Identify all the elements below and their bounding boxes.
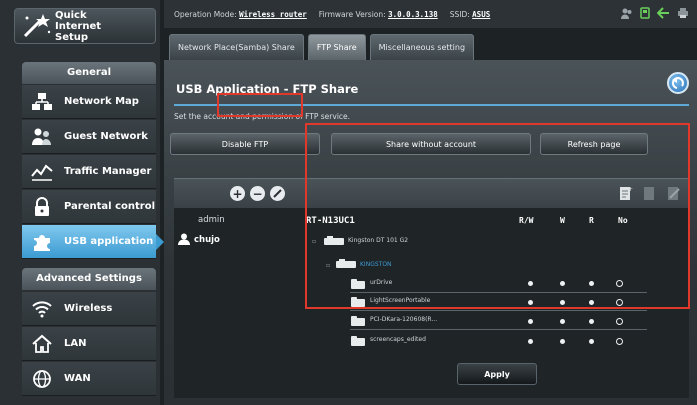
printer-icon[interactable]: [677, 7, 689, 19]
permission-radio-rw[interactable]: [528, 339, 533, 344]
folder-icon: [351, 336, 365, 346]
sidebar-item-label: Wireless: [64, 303, 113, 314]
permission-radio-r[interactable]: [589, 319, 594, 324]
apply-button[interactable]: Apply: [457, 363, 537, 385]
advanced-settings-section-header: Advanced Settings: [22, 268, 156, 290]
edit-icon: [273, 189, 282, 198]
wifi-icon: [28, 298, 56, 320]
sidebar-item-label: USB application: [64, 236, 154, 247]
sidebar-item-wireless[interactable]: Wireless: [22, 292, 156, 326]
account-item[interactable]: admin: [198, 215, 225, 225]
folder-label[interactable]: screencaps_edited: [370, 336, 426, 343]
remove-account-button[interactable]: −: [250, 186, 265, 201]
tab-miscellaneous-setting[interactable]: Miscellaneous setting: [369, 34, 475, 60]
firmware-label: Firmware Version:: [318, 9, 386, 19]
account-item-selected[interactable]: chujo: [194, 235, 220, 245]
guest-network-icon: [28, 126, 56, 148]
usb-status-icon[interactable]: [639, 7, 651, 19]
connection-arrow-icon[interactable]: [657, 7, 671, 19]
puzzle-icon: [28, 231, 56, 253]
back-arrow-icon: [671, 77, 684, 89]
plus-icon: +: [232, 186, 243, 201]
permission-radio-no[interactable]: [616, 338, 623, 345]
general-section-header: General: [22, 62, 156, 84]
operation-mode-label: Operation Mode:: [174, 9, 237, 19]
lock-icon: [28, 196, 56, 218]
sidebar-item-label: Parental control: [64, 201, 156, 212]
sidebar-item-network-map[interactable]: Network Map: [22, 85, 156, 119]
sidebar-item-guest-network[interactable]: Guest Network: [22, 120, 156, 154]
permission-radio-rw[interactable]: [528, 319, 533, 324]
row-divider: [350, 329, 647, 330]
add-account-button[interactable]: +: [230, 186, 245, 201]
sidebar-item-label: LAN: [64, 338, 87, 349]
annotation-highlight: [305, 123, 690, 309]
edit-account-button[interactable]: [270, 186, 285, 201]
ssid-link[interactable]: ASUS: [472, 10, 490, 19]
sidebar-item-usb-application[interactable]: USB application: [22, 225, 164, 259]
status-icons: [621, 7, 689, 19]
sidebar-item-label: Guest Network: [64, 131, 148, 142]
sidebar-item-wan[interactable]: WAN: [22, 362, 156, 396]
back-button[interactable]: [667, 72, 689, 94]
tab-bar: Network Place(Samba) Share FTP Share Mis…: [164, 28, 697, 60]
tab-network-place-samba-share[interactable]: Network Place(Samba) Share: [169, 34, 304, 60]
quick-internet-setup-label: Quick Internet Setup: [55, 9, 102, 43]
ssid-label: SSID:: [449, 9, 470, 19]
users-icon[interactable]: [621, 7, 633, 19]
firmware-version-link[interactable]: 3.0.0.3.138: [388, 10, 438, 19]
status-bar: Operation Mode: Wireless router Firmware…: [164, 0, 697, 28]
user-icon: [178, 233, 190, 245]
sidebar-item-lan[interactable]: LAN: [22, 327, 156, 361]
annotation-highlight: [217, 93, 303, 117]
minus-icon: −: [252, 186, 263, 201]
network-map-icon: [28, 91, 56, 113]
disable-ftp-button[interactable]: Disable FTP: [170, 133, 320, 155]
home-icon: [28, 333, 56, 355]
folder-icon: [351, 316, 365, 326]
sidebar-item-label: Traffic Manager: [64, 166, 152, 177]
globe-icon: [28, 368, 56, 390]
sidebar-item-label: Network Map: [64, 96, 139, 107]
folder-label[interactable]: PCI-DKara-120608(R...: [370, 316, 437, 323]
permission-radio-no[interactable]: [616, 318, 623, 325]
router-admin-window: Quick Internet Setup General Network Map…: [0, 0, 697, 405]
permission-radio-w[interactable]: [560, 319, 565, 324]
sidebar-item-traffic-manager[interactable]: Traffic Manager: [22, 155, 156, 189]
sidebar-item-parental-control[interactable]: Parental control: [22, 190, 156, 224]
quick-internet-setup-button[interactable]: Quick Internet Setup: [14, 8, 156, 44]
permission-radio-r[interactable]: [589, 339, 594, 344]
tab-ftp-share[interactable]: FTP Share: [307, 34, 366, 60]
operation-mode-link[interactable]: Wireless router: [239, 10, 307, 19]
traffic-manager-icon: [28, 161, 56, 183]
sidebar-item-label: WAN: [64, 373, 91, 384]
permission-radio-w[interactable]: [560, 339, 565, 344]
magic-wand-icon: [15, 10, 55, 42]
row-divider: [350, 310, 647, 311]
sidebar: Quick Internet Setup General Network Map…: [0, 0, 164, 405]
